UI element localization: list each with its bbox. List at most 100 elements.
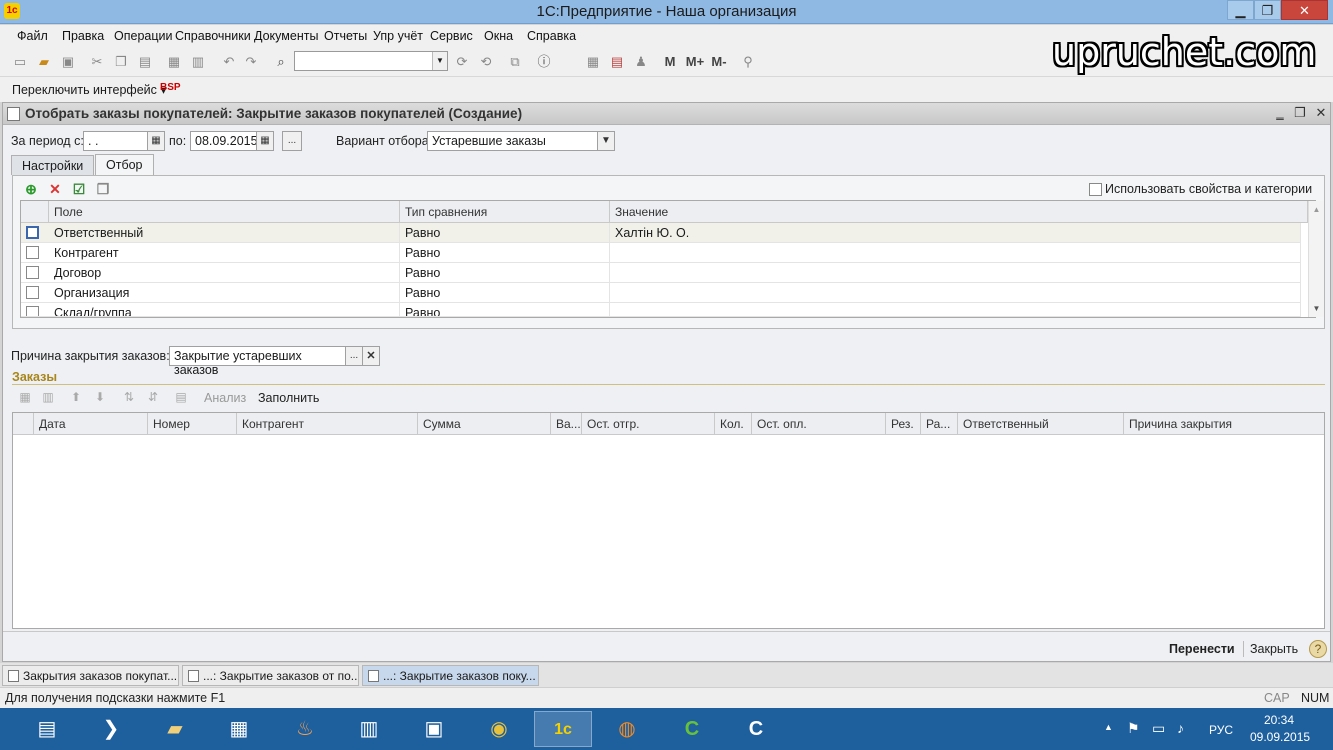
orders-col-sum[interactable]: Сумма	[418, 413, 551, 435]
row-value[interactable]: Халтін Ю. О.	[610, 223, 1301, 243]
chrome-icon[interactable]: ◉	[470, 711, 528, 747]
reason-input[interactable]: Закрытие устаревших заказов	[169, 346, 347, 377]
preview-icon[interactable]: ▥	[190, 54, 206, 70]
powershell-icon[interactable]: ❯	[82, 711, 140, 747]
transfer-button[interactable]: Перенести	[1169, 642, 1235, 656]
vertical-scrollbar[interactable]: ▲ ▼	[1308, 201, 1324, 317]
video-icon[interactable]: ▥	[340, 711, 398, 747]
window-tab[interactable]: Закрытия заказов покупат...	[2, 665, 179, 686]
menu-accounting[interactable]: Упр учёт	[373, 29, 423, 43]
find-next-icon[interactable]: ⟳	[454, 54, 470, 70]
calendar-to-icon[interactable]: ▦	[256, 131, 274, 151]
col-compare-header[interactable]: Тип сравнения	[400, 201, 610, 223]
network-icon[interactable]: ▣	[405, 711, 463, 747]
filter-row[interactable]: Договор Равно	[21, 263, 1301, 283]
flag-icon[interactable]: ⚑	[1127, 720, 1140, 737]
clear-icon[interactable]: ✕	[362, 346, 380, 366]
users-icon[interactable]: ♟	[633, 54, 649, 70]
variant-select[interactable]: Устаревшие заказы	[427, 131, 599, 151]
open-icon[interactable]: ▰	[36, 54, 52, 70]
start-icon[interactable]: ▤	[18, 711, 76, 747]
doc-restore-button[interactable]: ❐	[1291, 105, 1309, 121]
monitor-icon[interactable]: ▦	[210, 711, 268, 747]
calendar-from-icon[interactable]: ▦	[147, 131, 165, 151]
add-icon[interactable]: ⊕	[23, 181, 39, 197]
delete-icon[interactable]: ✕	[47, 181, 63, 197]
clock-time[interactable]: 20:34	[1264, 713, 1294, 727]
row-compare[interactable]: Равно	[400, 223, 610, 243]
orders-col-number[interactable]: Номер	[148, 413, 237, 435]
row-value[interactable]	[610, 243, 1301, 263]
firefox-icon[interactable]: ◍	[598, 711, 656, 747]
close-window-button[interactable]: ✕	[1281, 0, 1328, 20]
menu-help[interactable]: Справка	[527, 29, 576, 43]
memory-sub-button[interactable]: М-	[708, 54, 730, 70]
camtasia-icon[interactable]: C	[663, 711, 721, 747]
row-checkbox[interactable]	[26, 226, 39, 239]
menu-service[interactable]: Сервис	[430, 29, 473, 43]
sort-desc-icon[interactable]: ⇵	[145, 389, 161, 405]
menu-file[interactable]: Файл	[17, 29, 48, 43]
new-icon[interactable]: ▭	[12, 54, 28, 70]
tab-filter[interactable]: Отбор	[95, 154, 154, 175]
calculator-icon[interactable]: ▦	[585, 54, 601, 70]
row-compare[interactable]: Равно	[400, 303, 610, 316]
period-to-input[interactable]: 08.09.2015	[190, 131, 258, 151]
deselect-all-icon[interactable]: ▥	[40, 389, 56, 405]
menu-documents[interactable]: Документы	[254, 29, 318, 43]
row-value[interactable]	[610, 283, 1301, 303]
orders-col-qty[interactable]: Кол.	[715, 413, 752, 435]
doc-close-button[interactable]: ✕	[1312, 105, 1330, 121]
row-value[interactable]	[610, 303, 1301, 316]
minimize-button[interactable]: ▁	[1227, 0, 1254, 20]
row-compare[interactable]: Равно	[400, 283, 610, 303]
paste-icon[interactable]: ▤	[137, 54, 153, 70]
tab-settings[interactable]: Настройки	[11, 155, 95, 175]
orders-col-ra[interactable]: Ра...	[921, 413, 958, 435]
chevron-down-icon[interactable]: ▼	[432, 52, 447, 70]
memory-m-button[interactable]: М	[662, 54, 678, 70]
copy-icon[interactable]: ❐	[113, 54, 129, 70]
undo-icon[interactable]: ↶	[221, 54, 237, 70]
row-checkbox[interactable]	[26, 306, 39, 316]
find-prev-icon[interactable]: ⟲	[478, 54, 494, 70]
filter-row[interactable]: Ответственный Равно Халтін Ю. О.	[21, 223, 1301, 243]
filter-row[interactable]: Контрагент Равно	[21, 243, 1301, 263]
row-checkbox[interactable]	[26, 246, 39, 259]
orders-col-reason[interactable]: Причина закрытия	[1124, 413, 1324, 435]
language-indicator[interactable]: РУС	[1209, 723, 1233, 737]
redo-icon[interactable]: ↷	[243, 54, 259, 70]
search-icon[interactable]: ⌕	[273, 54, 289, 70]
orders-col-reserve[interactable]: Рез.	[886, 413, 921, 435]
orders-col-counterparty[interactable]: Контрагент	[237, 413, 418, 435]
orders-col-remain-pay[interactable]: Ост. опл.	[752, 413, 886, 435]
menu-catalogs[interactable]: Справочники	[175, 29, 251, 43]
tray-expand-icon[interactable]: ▲	[1104, 722, 1113, 732]
menu-windows[interactable]: Окна	[484, 29, 513, 43]
orders-col-remain-ship[interactable]: Ост. отгр.	[582, 413, 715, 435]
java-icon[interactable]: ♨	[276, 711, 334, 747]
camtasia-recorder-icon[interactable]: C	[727, 711, 785, 747]
help-icon[interactable]: ?	[1309, 640, 1327, 658]
1c-app-icon[interactable]: 1c	[534, 711, 592, 747]
row-compare[interactable]: Равно	[400, 243, 610, 263]
windows-icon[interactable]: ⧉	[507, 54, 523, 70]
info-icon[interactable]: ⓘ	[536, 54, 552, 70]
reason-select-button[interactable]: ...	[345, 346, 363, 366]
menu-operations[interactable]: Операции	[114, 29, 172, 43]
memory-add-button[interactable]: М+	[684, 54, 706, 70]
explorer-icon[interactable]: ▰	[146, 711, 204, 747]
clock-date[interactable]: 09.09.2015	[1250, 730, 1310, 744]
col-field-header[interactable]: Поле	[49, 201, 400, 223]
row-checkbox[interactable]	[26, 286, 39, 299]
move-down-icon[interactable]: ⬇	[92, 389, 108, 405]
period-select-button[interactable]: ...	[282, 131, 302, 151]
window-tab-active[interactable]: ...: Закрытие заказов поку...	[362, 665, 539, 686]
col-value-header[interactable]: Значение	[610, 201, 1308, 223]
period-from-input[interactable]: . .	[83, 131, 149, 151]
cut-icon[interactable]: ✂	[89, 54, 105, 70]
orders-col-date[interactable]: Дата	[34, 413, 148, 435]
orders-col-responsible[interactable]: Ответственный	[958, 413, 1124, 435]
fill-button[interactable]: Заполнить	[258, 391, 319, 405]
window-tab[interactable]: ...: Закрытие заказов от по...	[182, 665, 359, 686]
